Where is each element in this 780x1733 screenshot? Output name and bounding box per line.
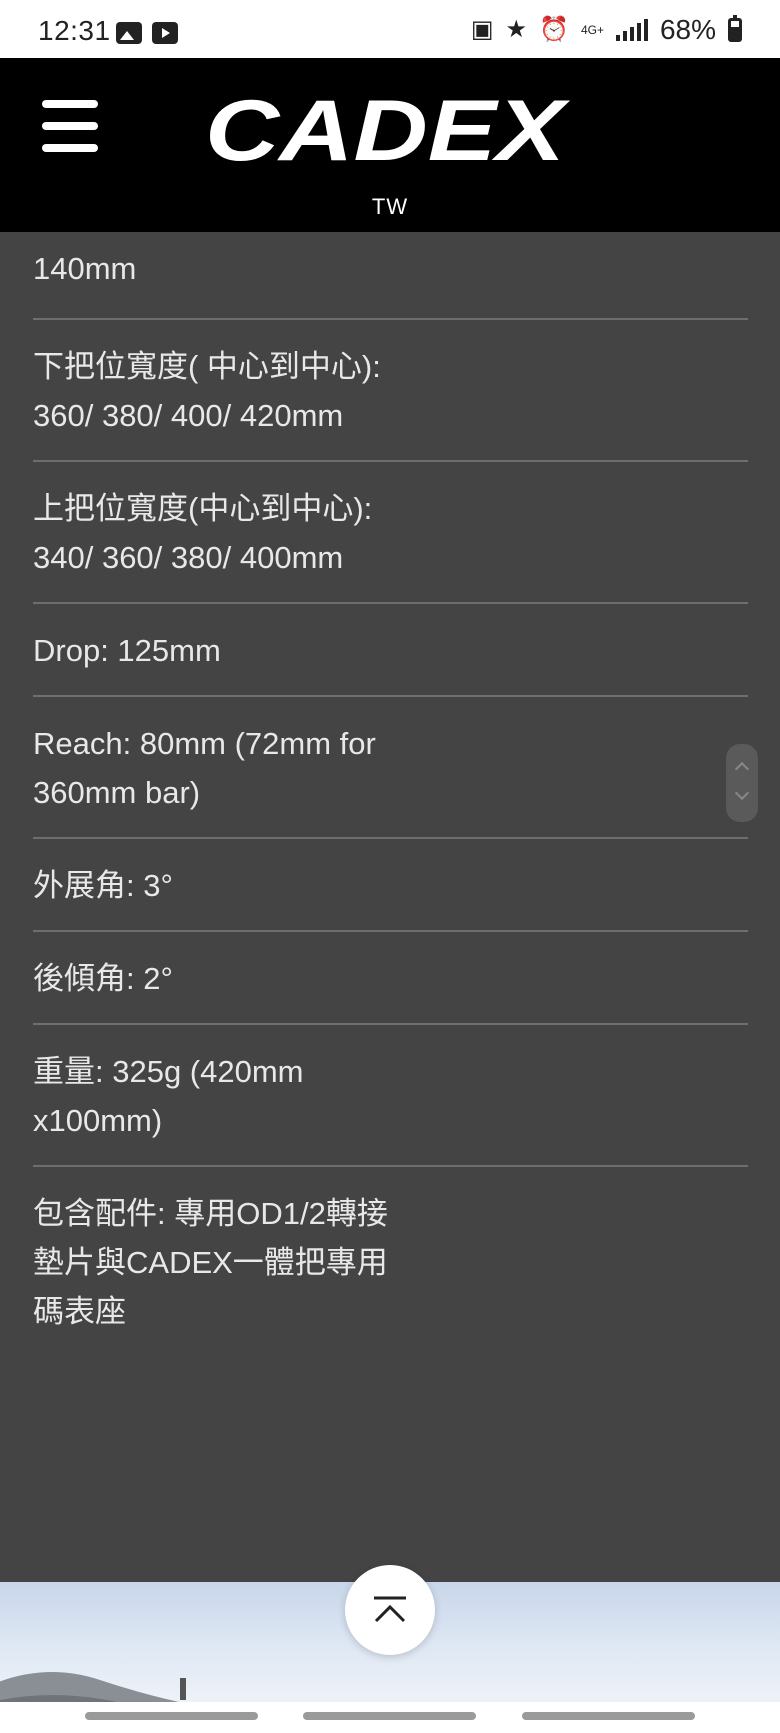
spec-item: 外展角: 3° xyxy=(33,837,748,930)
spec-item: 上把位寬度(中心到中心): 340/ 360/ 380/ 400mm xyxy=(33,460,748,602)
status-time: 12:31 xyxy=(38,15,111,46)
spec-item: Reach: 80mm (72mm for 360mm bar) xyxy=(33,695,748,837)
spec-item: 下把位寬度( 中心到中心): 360/ 380/ 400/ 420mm xyxy=(33,318,748,460)
spec-text: 上把位寬度(中心到中心): 340/ 360/ 380/ 400mm xyxy=(33,491,373,575)
hamburger-icon[interactable] xyxy=(42,100,98,152)
spec-item: Drop: 125mm xyxy=(33,602,748,695)
image-notification-icon xyxy=(116,22,142,44)
region-selector[interactable]: TW xyxy=(0,194,780,220)
spec-content: / 110/ 120/ 130/ 140mm 下把位寬度( 中心到中心): 36… xyxy=(0,232,780,1582)
spec-text: Reach: 80mm (72mm for 360mm bar) xyxy=(33,726,376,810)
nav-recents-pill[interactable] xyxy=(85,1712,258,1720)
nfc-icon: ▣ xyxy=(470,16,494,43)
spec-text: 後傾角: 2° xyxy=(33,961,173,996)
hero-landscape xyxy=(0,1672,186,1702)
nav-home-pill[interactable] xyxy=(303,1712,476,1720)
cadex-logo[interactable]: CADEX xyxy=(200,78,570,178)
network-type: 4G+ xyxy=(580,23,604,37)
spec-text: 下把位寬度( 中心到中心): 360/ 380/ 400/ 420mm xyxy=(33,349,381,433)
spec-text: Drop: 125mm xyxy=(33,633,221,668)
status-right: ▣ ★ ⏰ 4G+ 68% xyxy=(471,14,742,46)
battery-icon xyxy=(728,15,742,42)
back-to-top-button[interactable] xyxy=(345,1565,435,1655)
spec-list: 下把位寬度( 中心到中心): 360/ 380/ 400/ 420mm 上把位寬… xyxy=(33,318,748,1356)
spec-text: 重量: 325g (420mm x100mm) xyxy=(33,1054,304,1138)
spec-item: 重量: 325g (420mm x100mm) xyxy=(33,1023,748,1165)
spec-text: 包含配件: 專用OD1/2轉接墊片與CADEX一體把專用碼表座 xyxy=(33,1196,388,1329)
nav-back-pill[interactable] xyxy=(522,1712,695,1720)
logo-text: CADEX xyxy=(205,83,570,178)
status-bar: 12:31 ▣ ★ ⏰ 4G+ 68% xyxy=(0,0,780,58)
spec-partial-value: / 110/ 120/ 130/ 140mm xyxy=(33,232,246,286)
star-icon: ★ xyxy=(505,16,528,43)
chevron-up-icon xyxy=(374,1596,406,1623)
gesture-bar xyxy=(0,1702,780,1733)
youtube-notification-icon xyxy=(152,22,178,44)
scroll-handle[interactable] xyxy=(726,744,758,822)
site-header: CADEX TW xyxy=(0,58,780,232)
spec-item: 包含配件: 專用OD1/2轉接墊片與CADEX一體把專用碼表座 xyxy=(33,1165,748,1356)
spec-item: 後傾角: 2° xyxy=(33,930,748,1023)
spec-text: 外展角: 3° xyxy=(33,868,173,903)
alarm-icon: ⏰ xyxy=(539,16,569,43)
battery-percent: 68% xyxy=(659,14,716,45)
signal-icon xyxy=(615,19,648,41)
status-left-icons xyxy=(116,22,178,44)
